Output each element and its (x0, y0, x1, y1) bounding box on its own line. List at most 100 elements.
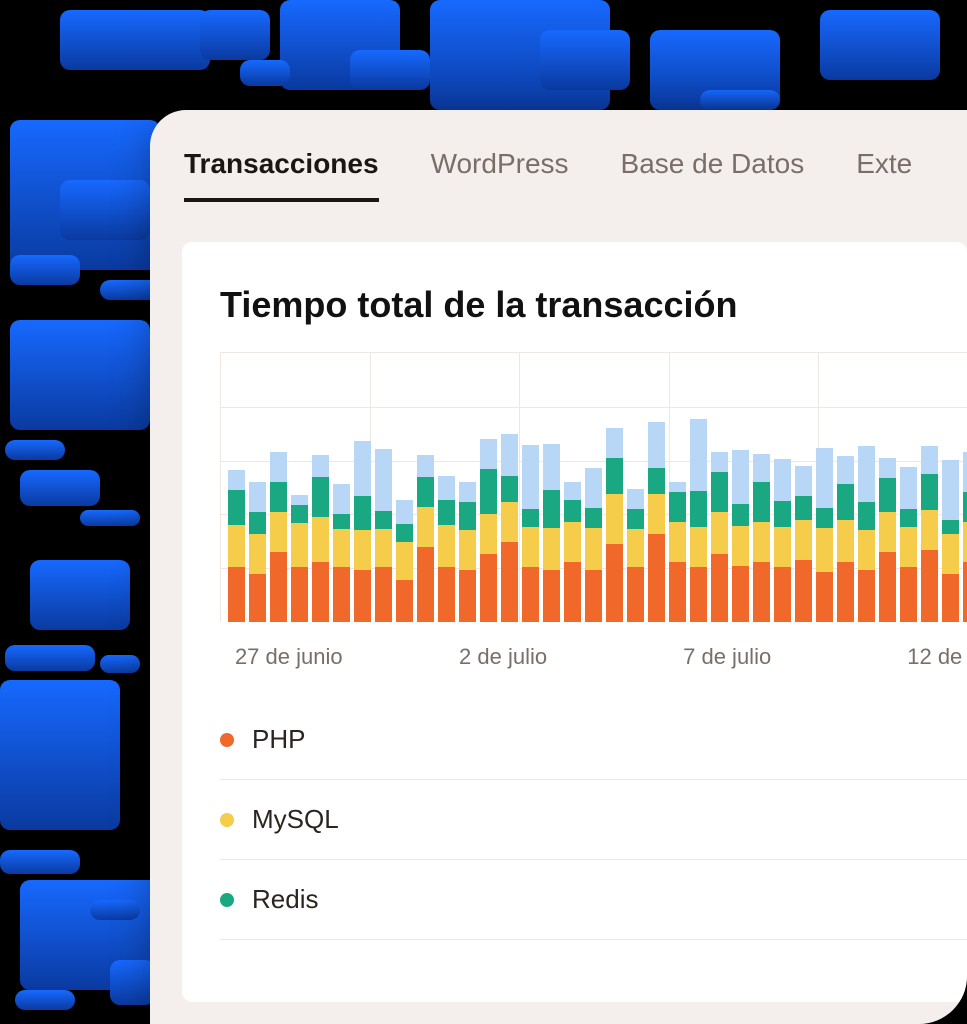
bar-segment-other (312, 455, 329, 477)
bg-square (15, 990, 75, 1010)
chart-x-axis: 27 de junio2 de julio7 de julio12 de (220, 632, 967, 682)
bg-square (90, 900, 140, 920)
bar-segment-php (417, 547, 434, 622)
bg-square (0, 850, 80, 874)
bar-segment-other (459, 482, 476, 502)
bar-column (354, 441, 371, 622)
bar-segment-redis (396, 524, 413, 542)
bar-column (963, 452, 967, 622)
card-title: Tiempo total de la transacción (220, 284, 967, 326)
bar-column (375, 449, 392, 622)
legend-label: MySQL (252, 804, 339, 835)
bar-segment-php (690, 567, 707, 622)
x-tick-label: 2 de julio (459, 644, 547, 670)
legend-item-php: PHP (220, 700, 967, 780)
bg-square (60, 180, 150, 240)
bar-segment-other (522, 445, 539, 509)
bar-column (228, 470, 245, 622)
bar-column (270, 452, 287, 622)
bar-segment-redis (774, 501, 791, 527)
main-panel: TransaccionesWordPressBase de DatosExte … (150, 110, 967, 1024)
bar-segment-php (774, 567, 791, 622)
bar-column (501, 434, 518, 622)
bar-segment-redis (354, 496, 371, 530)
bg-square (820, 10, 940, 80)
bar-segment-other (249, 482, 266, 512)
bar-segment-mysql (963, 522, 967, 562)
bg-square (5, 440, 65, 460)
bar-column (648, 422, 665, 622)
bar-column (711, 452, 728, 622)
bg-square (200, 10, 270, 60)
bar-segment-redis (711, 472, 728, 512)
bg-square (700, 90, 780, 110)
bar-segment-php (732, 566, 749, 622)
bar-segment-redis (858, 502, 875, 530)
bar-segment-other (921, 446, 938, 474)
tab-base-de-datos[interactable]: Base de Datos (621, 148, 805, 202)
bar-column (291, 495, 308, 622)
bar-segment-php (543, 570, 560, 622)
bar-segment-mysql (501, 502, 518, 542)
bar-segment-redis (669, 492, 686, 522)
bar-segment-redis (438, 500, 455, 525)
bar-segment-redis (690, 491, 707, 527)
bar-column (774, 459, 791, 622)
bar-segment-mysql (690, 527, 707, 567)
bar-segment-php (648, 534, 665, 622)
bar-segment-mysql (438, 525, 455, 567)
bar-segment-redis (900, 509, 917, 527)
bar-segment-other (858, 446, 875, 502)
bar-segment-other (585, 468, 602, 508)
tab-exte[interactable]: Exte (856, 148, 912, 202)
bar-segment-mysql (291, 523, 308, 567)
bar-column (900, 467, 917, 622)
bar-segment-php (333, 567, 350, 622)
bar-segment-other (753, 454, 770, 482)
legend-dot-icon (220, 813, 234, 827)
bar-column (669, 482, 686, 622)
bar-column (816, 448, 833, 622)
bar-segment-php (585, 570, 602, 622)
bar-segment-mysql (417, 507, 434, 547)
bar-segment-mysql (543, 528, 560, 570)
bar-segment-redis (585, 508, 602, 528)
bar-segment-other (417, 455, 434, 477)
tab-transacciones[interactable]: Transacciones (184, 148, 379, 202)
bg-square (0, 680, 120, 830)
bar-segment-redis (312, 477, 329, 517)
bar-segment-mysql (480, 514, 497, 554)
x-tick-label: 7 de julio (683, 644, 771, 670)
bar-segment-php (270, 552, 287, 622)
bar-segment-redis (795, 496, 812, 520)
bar-segment-redis (522, 509, 539, 527)
bar-segment-redis (291, 505, 308, 523)
bar-segment-mysql (942, 534, 959, 574)
bar-segment-mysql (375, 529, 392, 567)
bar-segment-other (732, 450, 749, 504)
bar-segment-redis (459, 502, 476, 530)
bar-segment-php (711, 554, 728, 622)
bar-segment-other (900, 467, 917, 509)
bar-segment-other (564, 482, 581, 500)
bar-column (795, 466, 812, 622)
bar-segment-php (753, 562, 770, 622)
bar-segment-php (900, 567, 917, 622)
bar-segment-redis (732, 504, 749, 526)
bg-square (240, 60, 290, 86)
bg-square (100, 655, 140, 673)
bar-segment-php (963, 562, 967, 622)
bar-segment-other (816, 448, 833, 508)
tab-wordpress[interactable]: WordPress (431, 148, 569, 202)
bar-segment-mysql (249, 534, 266, 574)
bar-segment-other (228, 470, 245, 490)
bar-segment-mysql (837, 520, 854, 562)
bar-segment-other (291, 495, 308, 505)
bar-segment-mysql (354, 530, 371, 570)
bar-segment-other (942, 460, 959, 520)
legend-label: PHP (252, 724, 305, 755)
bar-segment-other (627, 489, 644, 509)
bar-segment-redis (480, 469, 497, 514)
chart-bars (228, 352, 967, 622)
bar-column (438, 476, 455, 622)
